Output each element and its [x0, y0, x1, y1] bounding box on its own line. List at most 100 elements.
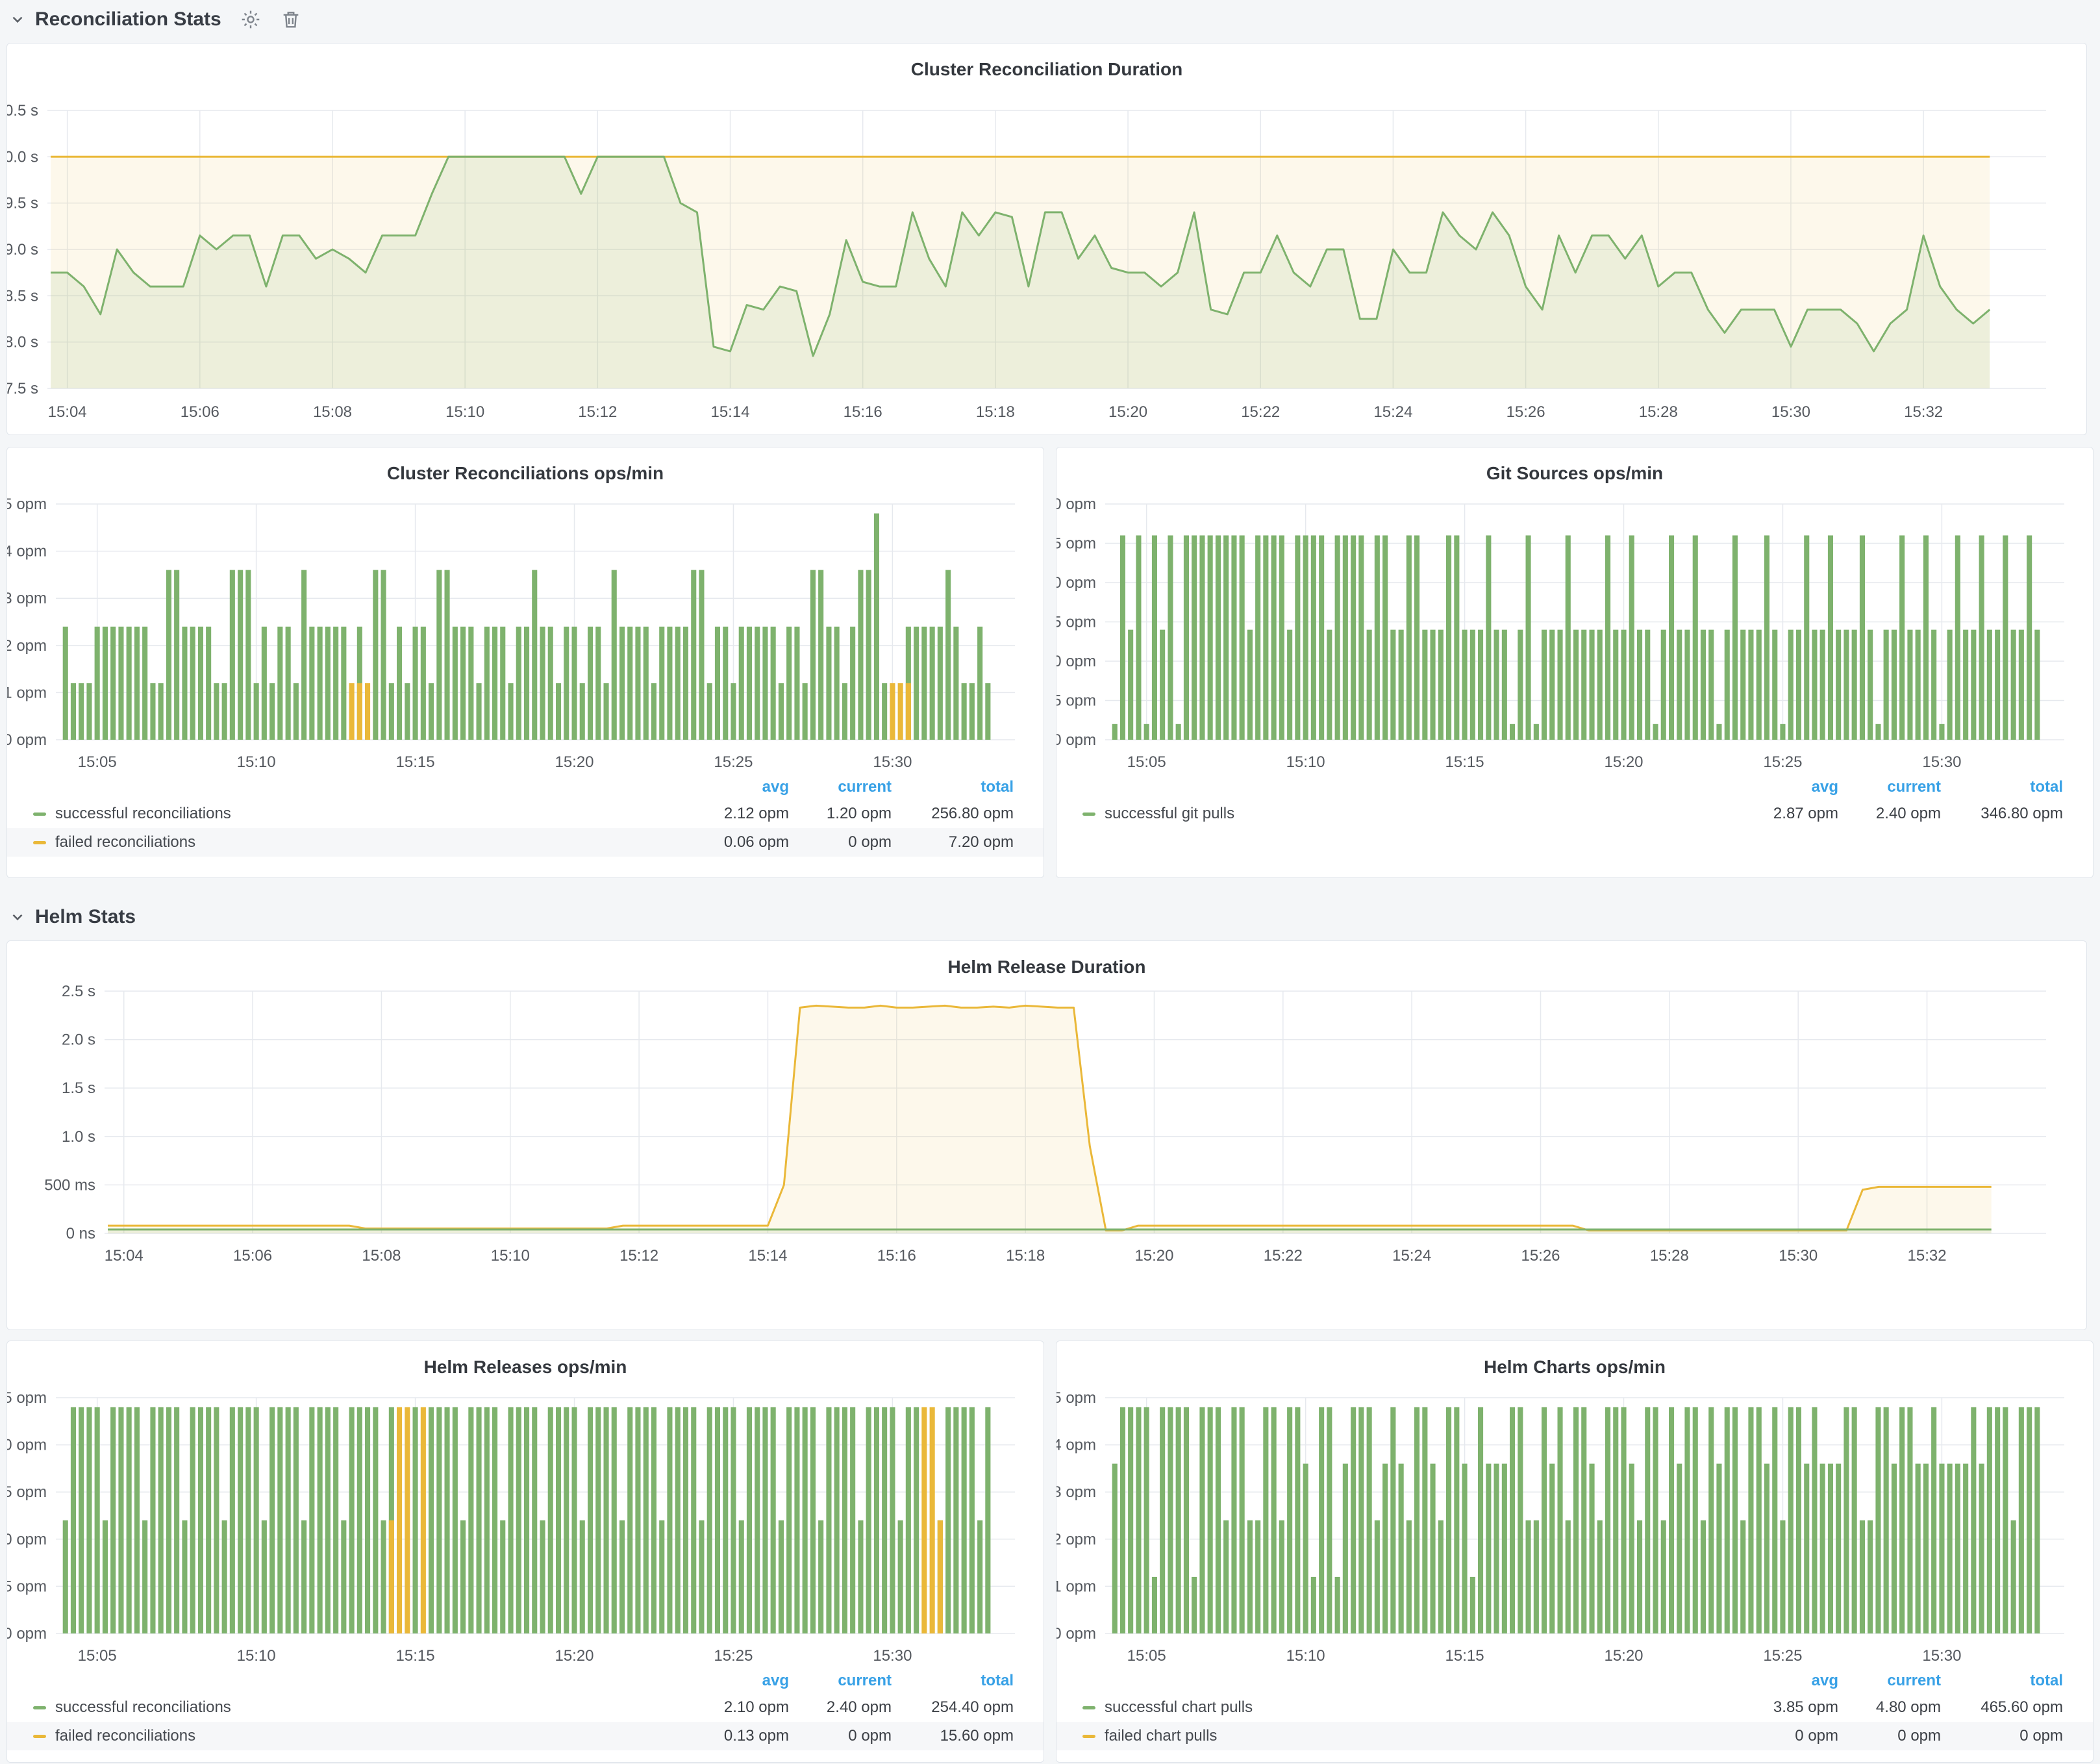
legend-sort-current[interactable]: current	[1838, 778, 1941, 796]
legend-row: successful reconciliations2.10 opm2.40 o…	[7, 1693, 1044, 1722]
legend-sort-avg[interactable]: avg	[1741, 778, 1838, 796]
series-color-marker-icon	[33, 1706, 46, 1709]
legend-row: successful git pulls2.87 opm2.40 opm346.…	[1056, 800, 2093, 828]
svg-text:15:18: 15:18	[976, 403, 1015, 421]
legend-sort-total[interactable]: total	[1941, 1672, 2063, 1690]
legend-sort-total[interactable]: total	[892, 1672, 1014, 1690]
svg-text:15:28: 15:28	[1650, 1247, 1689, 1265]
section-header-helm-stats: Helm Stats	[9, 901, 136, 933]
svg-text:0 ns: 0 ns	[66, 1225, 95, 1242]
legend: avgcurrenttotal successful reconciliation…	[7, 775, 1044, 857]
svg-text:15:32: 15:32	[1904, 403, 1943, 421]
helm-release-duration-chart[interactable]: 0 ns500 ms1.0 s1.5 s2.0 s2.5 s15:0415:06…	[7, 941, 2086, 1329]
series-color-marker-icon	[33, 1735, 46, 1738]
svg-text:15:04: 15:04	[48, 403, 87, 421]
svg-text:9.5 s: 9.5 s	[7, 195, 38, 212]
legend-value-total: 254.40 opm	[892, 1698, 1014, 1717]
svg-text:15:16: 15:16	[844, 403, 882, 421]
svg-text:1.5 s: 1.5 s	[62, 1079, 95, 1097]
panel-helm-charts: Helm Charts ops/min 0 opm1 opm2 opm3 opm…	[1056, 1341, 2094, 1763]
gear-icon[interactable]	[240, 8, 262, 31]
legend-sort-avg[interactable]: avg	[692, 778, 789, 796]
svg-text:15:12: 15:12	[619, 1247, 658, 1265]
svg-text:15:22: 15:22	[1241, 403, 1280, 421]
chevron-down-icon[interactable]	[9, 909, 26, 926]
svg-text:7.5 s: 7.5 s	[7, 380, 38, 397]
cluster-reconciliation-duration-chart[interactable]: 7.5 s8.0 s8.5 s9.0 s9.5 s10.0 s10.5 s15:…	[7, 44, 2086, 435]
svg-text:9.0 s: 9.0 s	[7, 241, 38, 258]
legend-row: failed reconciliations0.13 opm0 opm15.60…	[7, 1722, 1044, 1750]
legend-row: successful reconciliations2.12 opm1.20 o…	[7, 800, 1044, 828]
svg-text:15:25: 15:25	[1763, 1647, 1802, 1665]
svg-text:500 ms: 500 ms	[44, 1176, 95, 1194]
trash-icon[interactable]	[280, 8, 302, 31]
svg-text:1.0 opm: 1.0 opm	[1056, 731, 1096, 749]
legend-value-current: 2.40 opm	[1838, 805, 1941, 823]
svg-text:10.5 s: 10.5 s	[7, 102, 38, 120]
legend-header: avgcurrenttotal	[1056, 1669, 2093, 1693]
svg-text:2.0 opm: 2.0 opm	[7, 1437, 47, 1454]
svg-text:4.0 opm: 4.0 opm	[1056, 496, 1096, 513]
svg-text:15:05: 15:05	[1127, 1647, 1166, 1665]
svg-text:8.0 s: 8.0 s	[7, 334, 38, 351]
svg-text:4 opm: 4 opm	[1056, 1437, 1096, 1454]
legend-sort-current[interactable]: current	[789, 778, 892, 796]
svg-text:15:10: 15:10	[491, 1247, 530, 1265]
panel-git-sources: Git Sources ops/min 1.0 opm1.5 opm2.0 op…	[1056, 447, 2094, 878]
legend-series-name[interactable]: failed reconciliations	[33, 1727, 692, 1745]
legend-value-total: 15.60 opm	[892, 1727, 1014, 1745]
legend-value-avg: 2.10 opm	[692, 1698, 789, 1717]
legend-series-name[interactable]: failed chart pulls	[1082, 1727, 1741, 1745]
legend-sort-current[interactable]: current	[789, 1672, 892, 1690]
legend-series-name[interactable]: successful chart pulls	[1082, 1698, 1741, 1717]
svg-text:15:10: 15:10	[237, 753, 276, 771]
legend-sort-avg[interactable]: avg	[692, 1672, 789, 1690]
legend-value-total: 0 opm	[1941, 1727, 2063, 1745]
svg-text:2 opm: 2 opm	[1056, 1531, 1096, 1548]
section-title[interactable]: Helm Stats	[35, 906, 136, 928]
svg-text:15:04: 15:04	[105, 1247, 144, 1265]
helm-release-duration-svg: 0 ns500 ms1.0 s1.5 s2.0 s2.5 s15:0415:06…	[7, 941, 2086, 1329]
legend-value-current: 4.80 opm	[1838, 1698, 1941, 1717]
legend-sort-total[interactable]: total	[892, 778, 1014, 796]
svg-text:15:05: 15:05	[78, 753, 117, 771]
legend-value-avg: 2.87 opm	[1741, 805, 1838, 823]
legend-sort-current[interactable]: current	[1838, 1672, 1941, 1690]
legend-value-total: 465.60 opm	[1941, 1698, 2063, 1717]
svg-text:2.5 opm: 2.5 opm	[7, 1389, 47, 1407]
panel-helm-release-duration: Helm Release Duration 0 ns500 ms1.0 s1.5…	[6, 940, 2087, 1330]
svg-text:15:14: 15:14	[748, 1247, 787, 1265]
legend-series-name[interactable]: successful git pulls	[1082, 805, 1741, 823]
svg-text:15:06: 15:06	[181, 403, 219, 421]
section-title[interactable]: Reconciliation Stats	[35, 8, 221, 31]
legend-series-name[interactable]: successful reconciliations	[33, 805, 692, 823]
chevron-down-icon[interactable]	[9, 11, 26, 28]
legend-header: avgcurrenttotal	[1056, 775, 2093, 800]
legend-sort-total[interactable]: total	[1941, 778, 2063, 796]
legend-value-total: 7.20 opm	[892, 833, 1014, 851]
legend-value-current: 0 opm	[789, 833, 892, 851]
legend-sort-avg[interactable]: avg	[1741, 1672, 1838, 1690]
legend-value-current: 1.20 opm	[789, 805, 892, 823]
svg-text:15:30: 15:30	[873, 1647, 912, 1665]
cluster-duration-svg: 7.5 s8.0 s8.5 s9.0 s9.5 s10.0 s10.5 s15:…	[7, 44, 2086, 435]
svg-text:15:06: 15:06	[233, 1247, 272, 1265]
svg-text:1 opm: 1 opm	[7, 684, 47, 701]
legend-series-name[interactable]: failed reconciliations	[33, 833, 692, 851]
svg-text:15:32: 15:32	[1908, 1247, 1947, 1265]
svg-text:1.0 s: 1.0 s	[62, 1128, 95, 1146]
svg-text:1.0 opm: 1.0 opm	[7, 1531, 47, 1548]
svg-text:15:20: 15:20	[1108, 403, 1147, 421]
svg-text:0 opm: 0 opm	[7, 731, 47, 749]
svg-text:15:08: 15:08	[362, 1247, 401, 1265]
svg-text:15:24: 15:24	[1373, 403, 1412, 421]
legend-value-current: 2.40 opm	[789, 1698, 892, 1717]
svg-text:15:30: 15:30	[1779, 1247, 1818, 1265]
section-header-reconciliation-stats: Reconciliation Stats	[9, 4, 302, 35]
svg-text:8.5 s: 8.5 s	[7, 287, 38, 305]
legend-series-name[interactable]: successful reconciliations	[33, 1698, 692, 1717]
svg-text:15:05: 15:05	[78, 1647, 117, 1665]
legend-value-current: 0 opm	[1838, 1727, 1941, 1745]
svg-text:15:10: 15:10	[1286, 753, 1325, 771]
svg-text:5 opm: 5 opm	[1056, 1389, 1096, 1407]
